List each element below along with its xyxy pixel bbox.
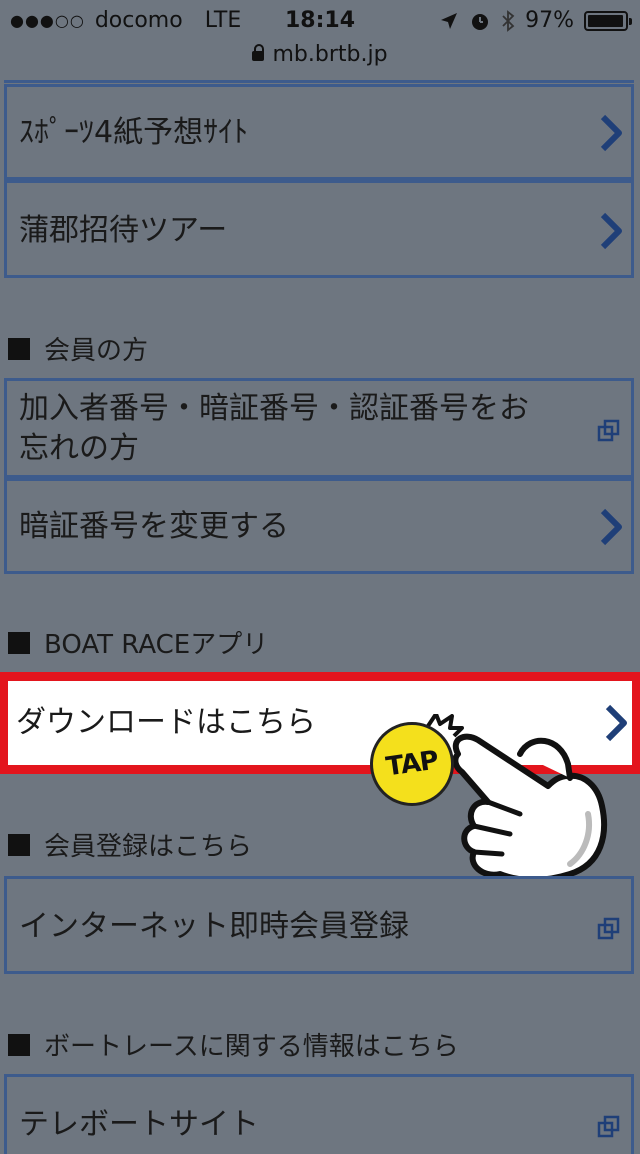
row-border — [4, 80, 634, 83]
menu-item-change-pin[interactable]: 暗証番号を変更する — [4, 478, 634, 574]
battery-percent: 97% — [525, 8, 574, 33]
menu-item-label: 加入者番号・暗証番号・認証番号をお — [19, 391, 529, 426]
section-header-info: ボートレースに関する情報はこちら — [8, 1026, 459, 1063]
tap-badge-label: TAP — [384, 745, 440, 783]
menu-item-internet-registration[interactable]: インターネット即時会員登録 — [4, 876, 634, 974]
chevron-right-icon — [600, 212, 622, 250]
menu-item-label: 暗証番号を変更する — [19, 509, 289, 544]
external-link-icon — [597, 1115, 620, 1138]
external-link-icon — [597, 917, 620, 940]
square-bullet-icon — [8, 833, 30, 856]
menu-item-label-line2: 忘れの方 — [19, 431, 139, 466]
menu-item-label: ダウンロードはこちら — [16, 705, 316, 740]
section-title: ボートレースに関する情報はこちら — [44, 1032, 459, 1062]
bluetooth-icon — [502, 9, 515, 32]
square-bullet-icon — [8, 631, 30, 654]
square-bullet-icon — [8, 1033, 30, 1056]
section-header-members: 会員の方 — [8, 330, 148, 367]
section-header-register: 会員登録はこちら — [8, 826, 252, 863]
chevron-right-icon — [600, 508, 622, 546]
url-text: mb.brtb.jp — [272, 42, 388, 67]
address-bar[interactable]: mb.brtb.jp — [0, 42, 640, 67]
menu-item-label: テレボートサイト — [19, 1107, 259, 1142]
section-title: BOAT RACEアプリ — [44, 630, 269, 660]
external-link-icon — [597, 419, 620, 442]
battery-icon — [584, 10, 632, 31]
menu-item-forgot-numbers[interactable]: 加入者番号・暗証番号・認証番号をお 忘れの方 — [4, 378, 634, 478]
menu-item-label: ｽﾎﾟｰﾂ4紙予想ｻｲﾄ — [19, 115, 249, 150]
lock-icon — [252, 44, 265, 61]
chevron-right-icon — [600, 114, 622, 152]
section-title: 会員登録はこちら — [44, 832, 253, 862]
section-header-app: BOAT RACEアプリ — [8, 624, 268, 661]
menu-item-label: 蒲郡招待ツアー — [19, 213, 228, 248]
location-arrow-icon — [441, 12, 458, 29]
menu-item-teleboat-site[interactable]: テレボートサイト — [4, 1074, 634, 1154]
tap-badge: TAP — [370, 722, 454, 806]
menu-item-gamagori-tour[interactable]: 蒲郡招待ツアー — [4, 180, 634, 278]
menu-item-sports-prediction[interactable]: ｽﾎﾟｰﾂ4紙予想ｻｲﾄ — [4, 84, 634, 180]
section-title: 会員の方 — [44, 336, 149, 366]
alarm-clock-icon — [472, 13, 489, 30]
menu-item-label: インターネット即時会員登録 — [19, 909, 409, 944]
square-bullet-icon — [8, 337, 30, 360]
status-bar: ●●●○○ docomo LTE 18:14 97% mb.brtb.jp — [0, 0, 640, 80]
